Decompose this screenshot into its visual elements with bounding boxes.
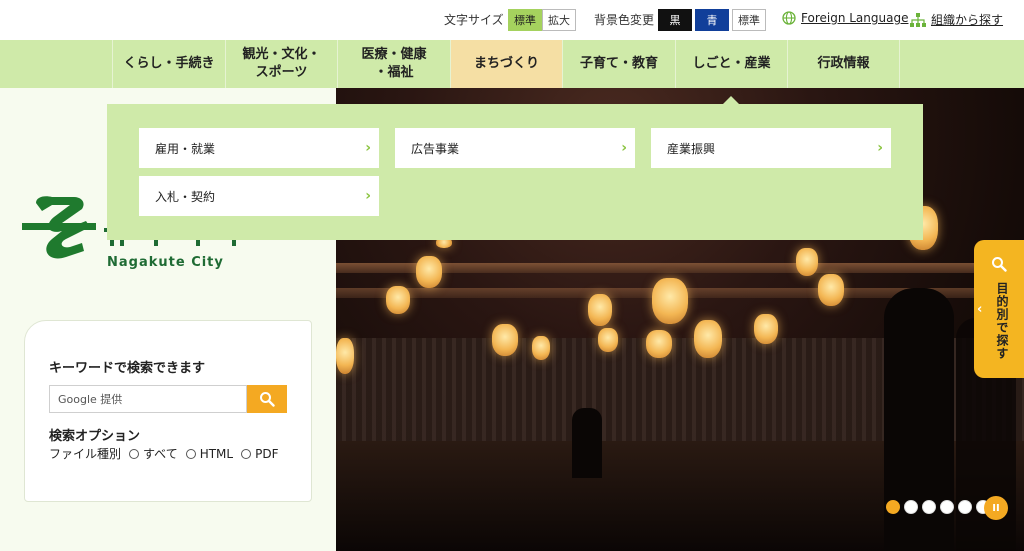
nav-item-health[interactable]: 医療・健康 ・福祉	[337, 40, 450, 88]
global-nav: くらし・手続き 観光・文化・ スポーツ 医療・健康 ・福祉 まちづくり 子育て・…	[0, 40, 1024, 88]
radio-pdf[interactable]	[241, 448, 252, 459]
purpose-search-tab[interactable]: ‹ 目的別で探す	[974, 240, 1024, 378]
slider-dot[interactable]	[886, 500, 900, 514]
org-chart-icon	[910, 12, 926, 27]
lantern	[336, 338, 354, 374]
nav-item-administration[interactable]: 行政情報	[787, 40, 900, 88]
lantern	[598, 328, 618, 352]
search-placeholder: Google 提供	[58, 393, 123, 406]
lantern	[588, 294, 612, 326]
dropdown-item-label: 広告事業	[411, 141, 460, 156]
nav-item-tourism[interactable]: 観光・文化・ スポーツ	[225, 40, 337, 88]
purpose-search-label: 目的別で探す	[995, 282, 1009, 360]
org-search-label: 組織から探す	[931, 13, 1004, 27]
lantern	[416, 256, 442, 288]
city-emblem-icon	[22, 196, 96, 259]
radio-pdf-label: PDF	[255, 446, 279, 461]
radio-all[interactable]	[129, 448, 140, 459]
utility-bar: 文字サイズ 標準 拡大 背景色変更 黒 青 標準 Foreign Languag…	[0, 0, 1024, 40]
bg-standard-button[interactable]: 標準	[732, 9, 766, 31]
lantern	[532, 336, 550, 360]
dropdown-item-advertising[interactable]: 広告事業 ›	[395, 128, 635, 168]
bg-color-label: 背景色変更	[594, 13, 655, 27]
dropdown-item-employment[interactable]: 雇用・就業 ›	[139, 128, 379, 168]
search-panel: キーワードで検索できます Google 提供 検索オプション ファイル種別 すべ…	[24, 320, 312, 502]
lantern	[646, 330, 672, 358]
chevron-right-icon: ›	[365, 188, 371, 204]
work-industry-dropdown: 雇用・就業 › 広告事業 › 産業振興 › 入札・契約 ›	[107, 104, 923, 240]
search-icon	[260, 392, 275, 407]
chevron-right-icon: ›	[621, 140, 627, 156]
bg-blue-button[interactable]: 青	[695, 9, 729, 31]
search-title: キーワードで検索できます	[49, 361, 206, 376]
city-name-text: Nagakute City	[107, 255, 224, 270]
dropdown-caret	[723, 96, 739, 104]
nav-item-living[interactable]: くらし・手続き	[112, 40, 225, 88]
bg-black-button[interactable]: 黒	[658, 9, 692, 31]
radio-html-label: HTML	[199, 446, 234, 461]
nav-item-work[interactable]: しごと・産業	[675, 40, 787, 88]
globe-icon	[782, 11, 796, 25]
search-icon	[992, 257, 1007, 272]
file-type-options: ファイル種別 すべて HTML PDF	[49, 445, 279, 462]
font-standard-button[interactable]: 標準	[508, 9, 542, 31]
search-button[interactable]	[247, 385, 287, 413]
radio-html[interactable]	[185, 448, 196, 459]
radio-all-label: すべて	[143, 447, 178, 461]
slider-dots	[886, 500, 990, 514]
dropdown-item-industry-promotion[interactable]: 産業振興 ›	[651, 128, 891, 168]
chevron-right-icon: ›	[877, 140, 883, 156]
slider-pause-button[interactable]: II	[984, 496, 1008, 520]
city-logo-mark[interactable]	[22, 193, 96, 269]
lantern	[694, 320, 722, 358]
font-size-label: 文字サイズ	[444, 13, 504, 27]
nav-item-childcare[interactable]: 子育て・教育	[562, 40, 675, 88]
chevron-left-icon: ‹	[977, 302, 983, 317]
lantern	[796, 248, 818, 276]
dropdown-item-label: 雇用・就業	[155, 141, 216, 156]
dropdown-item-label: 産業振興	[667, 141, 716, 156]
slider-dot[interactable]	[940, 500, 954, 514]
dropdown-item-bidding[interactable]: 入札・契約 ›	[139, 176, 379, 216]
dropdown-item-label: 入札・契約	[155, 189, 216, 204]
lantern	[386, 286, 410, 314]
org-search-link[interactable]: 組織から探す	[910, 11, 1003, 28]
chevron-right-icon: ›	[365, 140, 371, 156]
foreign-language-label: Foreign Language	[801, 11, 909, 25]
slider-dot[interactable]	[904, 500, 918, 514]
lantern	[652, 278, 688, 324]
lantern	[818, 274, 844, 306]
search-options-title: 検索オプション	[49, 429, 141, 444]
nav-item-town-planning[interactable]: まちづくり	[450, 40, 562, 88]
slider-dot[interactable]	[958, 500, 972, 514]
foreign-language-link[interactable]: Foreign Language	[782, 11, 908, 25]
font-large-button[interactable]: 拡大	[542, 9, 576, 31]
lantern	[492, 324, 518, 356]
slider-dot[interactable]	[922, 500, 936, 514]
lantern	[754, 314, 778, 344]
person-silhouette	[572, 408, 602, 478]
search-input[interactable]: Google 提供	[49, 385, 247, 413]
file-type-label: ファイル種別	[49, 447, 122, 461]
